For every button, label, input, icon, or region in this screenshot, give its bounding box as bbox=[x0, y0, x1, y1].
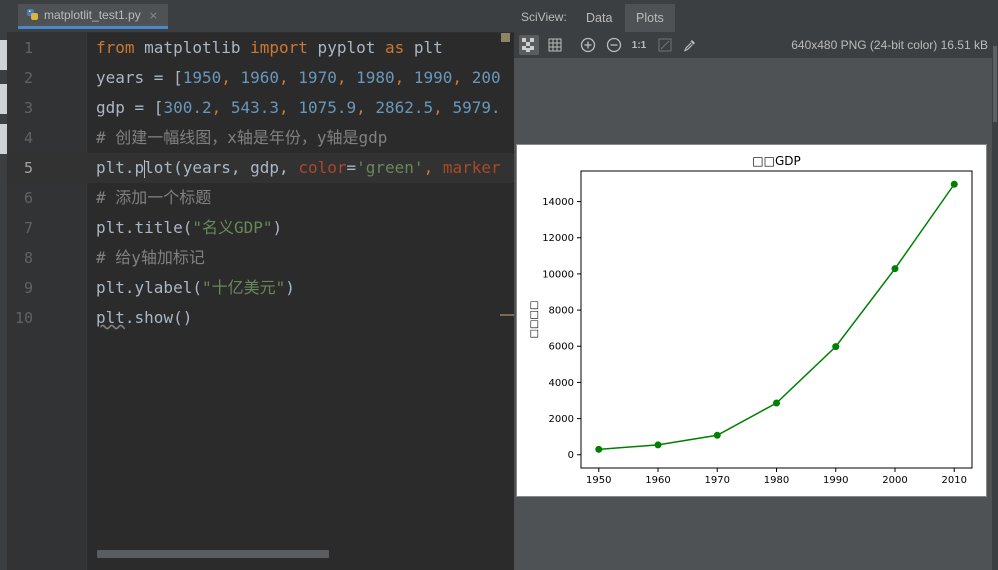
data-point bbox=[891, 265, 899, 273]
tab-label: matplotlit_test1.py bbox=[44, 8, 141, 22]
plot-image[interactable]: □□GDP □□□□ 1950 1960 1970 1980 1990 2000 2010 0 20… bbox=[516, 144, 987, 497]
editor-tab-bar: matplotlit_test1.py × bbox=[7, 0, 514, 33]
sciview-panel: SciView: Data Plots 1:1 640x480 PNG (24-… bbox=[514, 0, 998, 570]
code-text[interactable]: plt.ylabel("十亿美元") bbox=[96, 273, 295, 303]
line-number: 9 bbox=[23, 279, 33, 297]
vertical-scrollbar[interactable] bbox=[992, 32, 998, 570]
y-tick-label: 4000 bbox=[549, 378, 574, 389]
code-line: 7 plt.title("名义GDP") bbox=[7, 213, 514, 243]
x-tick-label: 2000 bbox=[882, 475, 907, 486]
data-point bbox=[773, 399, 780, 407]
code-line: 10 plt.show() bbox=[7, 303, 514, 333]
sciview-tab-bar: SciView: Data Plots bbox=[514, 0, 998, 32]
code-text[interactable]: plt.title("名义GDP") bbox=[96, 213, 282, 243]
fold-marker bbox=[500, 314, 514, 316]
fit-image-button[interactable] bbox=[655, 35, 675, 55]
code-text[interactable]: plt.show() bbox=[96, 303, 192, 333]
code-line-current: 5 plt.plot(years, gdp, color='green', ma… bbox=[7, 153, 514, 183]
data-point bbox=[654, 441, 662, 449]
zoom-out-icon bbox=[606, 37, 622, 53]
y-tick-label: 10000 bbox=[542, 269, 574, 280]
python-file-icon bbox=[27, 9, 38, 20]
code-line: 9 plt.ylabel("十亿美元") bbox=[7, 273, 514, 303]
grid-icon bbox=[548, 38, 562, 52]
code-text[interactable]: from matplotlib import pyplot as plt bbox=[96, 33, 443, 63]
x-tick-label: 1980 bbox=[764, 475, 789, 486]
x-tick-label: 1990 bbox=[823, 475, 848, 486]
y-tick-label: 2000 bbox=[549, 414, 574, 425]
x-tick-label: 2010 bbox=[942, 475, 967, 486]
eyedropper-icon bbox=[683, 40, 695, 52]
image-info: 640x480 PNG (24-bit color) 16.51 kB bbox=[791, 38, 988, 52]
data-point bbox=[832, 343, 840, 351]
code-line: 6 # 添加一个标题 bbox=[7, 183, 514, 213]
tab-plots[interactable]: Plots bbox=[625, 4, 675, 32]
x-tick-label: 1950 bbox=[586, 475, 611, 486]
horizontal-scrollbar[interactable] bbox=[97, 550, 329, 558]
zoom-in-icon bbox=[580, 37, 596, 53]
plots-toolbar: 1:1 640x480 PNG (24-bit color) 16.51 kB bbox=[514, 32, 992, 58]
zoom-in-button[interactable] bbox=[578, 35, 598, 55]
x-tick-label: 1960 bbox=[645, 475, 670, 486]
data-point bbox=[713, 431, 721, 439]
line-number: 7 bbox=[23, 219, 33, 237]
fit-to-window-icon bbox=[658, 38, 672, 52]
tool-window-marker[interactable] bbox=[0, 84, 7, 114]
code-comment[interactable]: # 创建一幅线图，x轴是年份，y轴是gdp bbox=[96, 123, 387, 153]
code-text[interactable]: years = [1950, 1960, 1970, 1980, 1990, 2… bbox=[96, 63, 501, 93]
y-axis-label: □□□□ bbox=[529, 301, 540, 339]
tool-window-marker[interactable] bbox=[0, 40, 7, 70]
x-tick-label: 1970 bbox=[705, 475, 730, 486]
code-text[interactable]: gdp = [300.2, 543.3, 1075.9, 2862.5, 597… bbox=[96, 93, 501, 123]
code-line: 8 # 给y轴加标记 bbox=[7, 243, 514, 273]
code-comment[interactable]: # 添加一个标题 bbox=[96, 183, 211, 213]
code-editor[interactable]: 1 from matplotlib import pyplot as plt 2… bbox=[7, 33, 514, 570]
tool-window-marker[interactable] bbox=[0, 124, 7, 154]
line-number: 5 bbox=[23, 159, 33, 177]
y-tick-label: 6000 bbox=[549, 342, 574, 353]
left-tool-strip bbox=[0, 0, 7, 570]
data-point bbox=[595, 445, 603, 453]
plot-axes-frame bbox=[580, 170, 973, 469]
line-number: 2 bbox=[23, 69, 33, 87]
sciview-title: SciView: bbox=[521, 10, 567, 24]
chart-title: □□GDP bbox=[752, 154, 800, 168]
line-number: 1 bbox=[23, 39, 33, 57]
gdp-line-chart: □□GDP □□□□ 1950 1960 1970 1980 1990 2000 2010 0 20… bbox=[529, 154, 973, 486]
series-line bbox=[598, 183, 955, 451]
code-line: 1 from matplotlib import pyplot as plt bbox=[7, 33, 514, 63]
y-tick-label: 8000 bbox=[549, 306, 574, 317]
y-tick-label: 14000 bbox=[542, 197, 574, 208]
tab-data[interactable]: Data bbox=[575, 4, 623, 32]
code-comment[interactable]: # 给y轴加标记 bbox=[96, 243, 205, 273]
line-number: 6 bbox=[23, 189, 33, 207]
checkerboard-icon bbox=[522, 38, 534, 52]
close-tab-icon[interactable]: × bbox=[149, 9, 158, 22]
y-tick-label: 0 bbox=[568, 450, 574, 461]
code-text[interactable]: plt.plot(years, gdp, color='green', mark… bbox=[96, 153, 501, 183]
code-line: 2 years = [1950, 1960, 1970, 1980, 1990,… bbox=[7, 63, 514, 93]
line-number: 3 bbox=[23, 99, 33, 117]
line-number: 10 bbox=[14, 309, 33, 327]
actual-size-button[interactable]: 1:1 bbox=[629, 35, 649, 55]
line-number: 4 bbox=[23, 129, 33, 147]
y-tick-label: 12000 bbox=[542, 233, 574, 244]
color-picker-button[interactable] bbox=[680, 35, 700, 55]
line-number: 8 bbox=[23, 249, 33, 267]
editor-tab-matplotlit-test1[interactable]: matplotlit_test1.py × bbox=[18, 4, 168, 29]
code-line: 4 # 创建一幅线图，x轴是年份，y轴是gdp bbox=[7, 123, 514, 153]
checker-background-button[interactable] bbox=[519, 35, 539, 55]
grid-button[interactable] bbox=[545, 35, 565, 55]
code-line: 3 gdp = [300.2, 543.3, 1075.9, 2862.5, 5… bbox=[7, 93, 514, 123]
data-point bbox=[950, 180, 958, 188]
zoom-out-button[interactable] bbox=[604, 35, 624, 55]
